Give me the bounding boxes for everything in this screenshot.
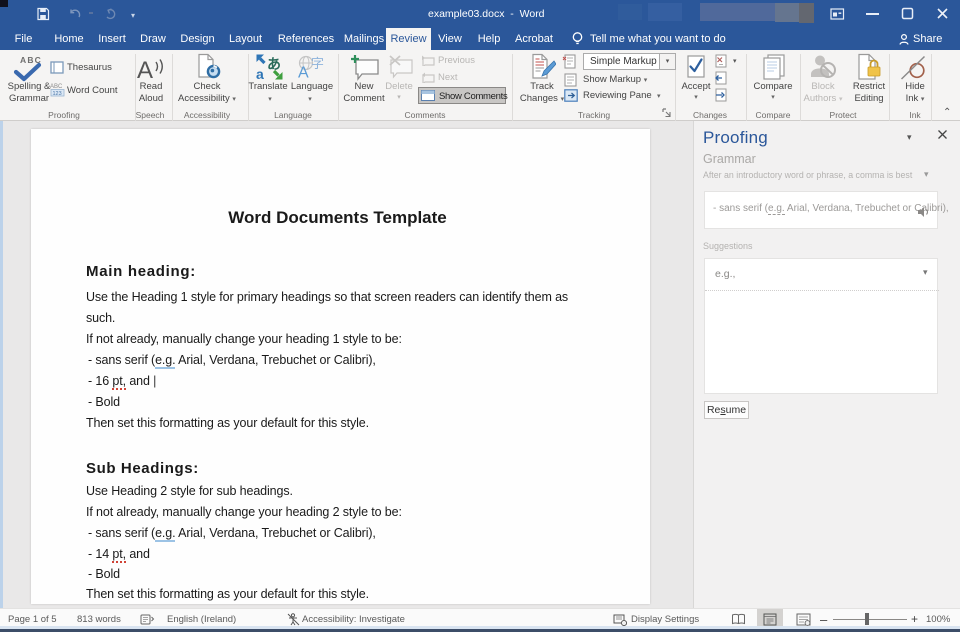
svg-text:a: a bbox=[256, 66, 264, 80]
svg-text:A: A bbox=[298, 65, 309, 81]
svg-text:ABC: ABC bbox=[50, 84, 63, 90]
svg-text:字: 字 bbox=[311, 56, 324, 71]
svg-text:123: 123 bbox=[53, 91, 62, 97]
svg-text:A: A bbox=[137, 57, 153, 80]
svg-text:あ: あ bbox=[267, 56, 281, 72]
